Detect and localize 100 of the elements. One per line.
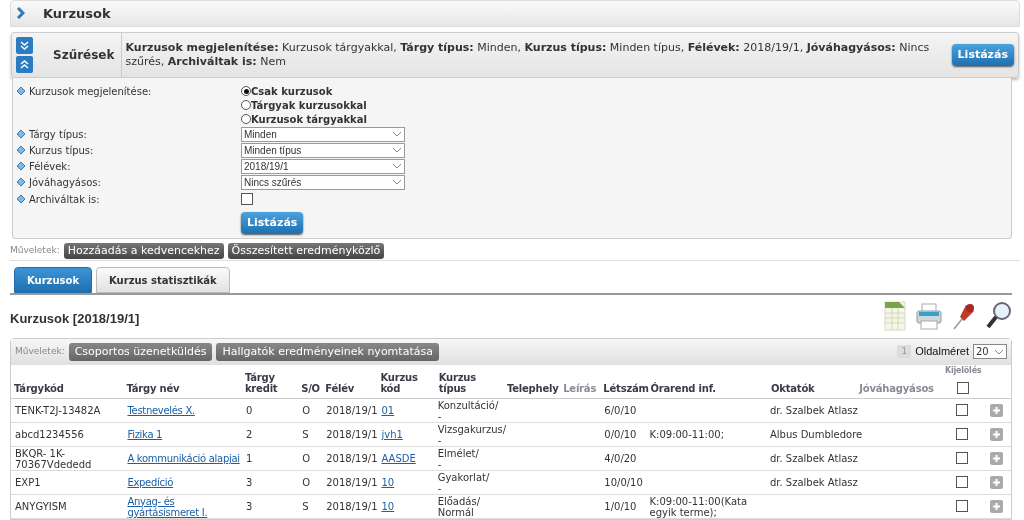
table-cell: S (302, 501, 309, 512)
radio-button[interactable] (241, 86, 251, 97)
column-header[interactable]: Félév (325, 383, 378, 394)
subject-link[interactable]: Fizika 1 (127, 429, 163, 440)
column-header[interactable]: Tárgy kredit (244, 372, 299, 394)
bullet-icon (17, 178, 25, 187)
table-cell: 4/0/20 (604, 453, 637, 464)
spreadsheet-icon[interactable] (884, 301, 906, 332)
table-cell: 10/0/10 (604, 477, 643, 488)
checkbox[interactable] (241, 193, 253, 206)
column-header[interactable]: Létszám (603, 383, 648, 394)
pin-icon[interactable] (952, 301, 976, 332)
row-checkbox[interactable] (955, 403, 968, 416)
column-header[interactable]: Órarend inf. (650, 383, 768, 394)
table-cell: dr. Szalbek Atlasz (769, 453, 858, 464)
table-cell-text: Normál (437, 507, 475, 518)
subject-link[interactable]: Expedíció (127, 477, 173, 488)
table-cell: K:09:00-11:00(Kata egyik terme); (649, 495, 748, 518)
select-field[interactable]: Minden típus (241, 142, 405, 158)
select-all-checkbox[interactable] (957, 382, 970, 394)
plus-icon (992, 430, 1002, 439)
row-checkbox[interactable] (955, 499, 968, 512)
column-header[interactable]: Tárgy név (126, 383, 242, 394)
filters-label: Szűrések (53, 32, 122, 77)
column-header[interactable]: Telephely (506, 383, 561, 394)
table-cell: 2018/19/1 (326, 453, 378, 464)
course-code-link[interactable]: AASDE (381, 453, 416, 464)
column-header[interactable]: Jóváhagyásos (859, 383, 941, 394)
page-size-label: Oldalméret (915, 344, 969, 360)
page-title: Kurzusok (43, 4, 111, 23)
column-header[interactable]: Kurzus kód (380, 372, 436, 394)
plus-icon (992, 406, 1002, 415)
course-code-link[interactable]: jvh1 (381, 429, 403, 440)
tab[interactable]: Kurzusok (14, 267, 93, 294)
subject-link[interactable]: Testnevelés X. (127, 405, 195, 416)
table-cell: 1 (245, 453, 253, 464)
table-cell: 3 (245, 477, 253, 488)
row-checkbox[interactable] (955, 475, 968, 488)
table-cell-text: Konzultáció/ (437, 400, 500, 411)
table-cell: dr. Szalbek Atlasz (769, 477, 858, 488)
radio-button[interactable] (241, 100, 251, 111)
course-code-link[interactable]: 10 (381, 477, 395, 488)
double-chevron-down-icon (20, 40, 29, 50)
table-cell: 2 (245, 429, 253, 440)
table-cell: EXP1 (15, 477, 41, 488)
radio-option[interactable]: Csak kurzusok (241, 84, 367, 99)
action-button[interactable]: Csoportos üzenetküldés (68, 342, 213, 361)
select-field[interactable]: 2018/19/1 (241, 158, 405, 174)
table-cell: Albus Dumbledore (769, 429, 863, 440)
expand-button[interactable] (16, 36, 33, 54)
table-cell-text: - (437, 411, 443, 422)
select-field[interactable]: Minden (241, 126, 405, 142)
table-cell: 0/0/10 (604, 429, 637, 440)
subject-link[interactable]: Anyag- és gyártásismeret I. (127, 495, 242, 518)
printer-icon[interactable] (916, 302, 942, 331)
table-cell: 1/0/10 (604, 501, 637, 512)
table-cell: K:09:00-11:00; (649, 429, 725, 440)
field-label: Félévek: (29, 159, 71, 174)
table-cell: 6/0/10 (604, 405, 637, 416)
table-cell-text: Gyakorlat/ (437, 472, 491, 483)
column-header[interactable]: S/O (301, 383, 323, 394)
table-cell: 3 (245, 501, 253, 512)
field-label: Tárgy típus: (29, 127, 87, 142)
table-cell: 2018/19/1 (326, 405, 378, 416)
radio-button[interactable] (241, 114, 251, 125)
radio-option[interactable]: Kurzusok tárgyakkal (241, 112, 367, 127)
table-cell-text: - (437, 483, 443, 494)
course-code-link[interactable]: 01 (381, 405, 395, 416)
column-header: Kijelölés (944, 365, 982, 376)
actions-label: Műveletek: (10, 243, 60, 257)
page-size-select[interactable]: 20 (973, 344, 1007, 359)
column-header[interactable]: Oktatók (770, 383, 857, 394)
list-button[interactable]: Listázás (951, 43, 1014, 66)
actions-label: Műveletek: (15, 344, 65, 358)
table-cell-text: - (437, 435, 443, 446)
plus-icon (992, 502, 1002, 511)
table-cell: S (302, 429, 309, 440)
tab[interactable]: Kurzus statisztikák (96, 267, 230, 294)
row-checkbox[interactable] (955, 427, 968, 440)
field-label: Kurzus típus: (29, 143, 94, 158)
select-field[interactable]: Nincs szűrés (241, 174, 405, 190)
subject-link[interactable]: A kommunikáció alapjai (127, 453, 240, 464)
collapse-button[interactable] (16, 55, 33, 73)
table-cell: O (302, 477, 310, 488)
course-code-link[interactable]: 10 (381, 501, 395, 512)
table-cell: O (302, 405, 310, 416)
action-button[interactable]: Összesített eredményközlő (227, 242, 385, 259)
action-button[interactable]: Hozzáadás a kedvencekhez (63, 242, 224, 259)
list-button[interactable]: Listázás (241, 212, 304, 235)
table-cell: 2018/19/1 (326, 429, 378, 440)
action-button[interactable]: Hallgatók eredményeinek nyomtatása (216, 342, 439, 361)
radio-option[interactable]: Tárgyak kurzusokkal (241, 98, 367, 113)
column-header[interactable]: Tárgykód (14, 383, 124, 394)
column-header[interactable]: Kurzus típus (438, 372, 504, 394)
table-cell: Vizsgakurzus/ (437, 424, 504, 435)
double-chevron-up-icon (20, 59, 29, 69)
field-label: Archiváltak is: (29, 192, 100, 207)
row-checkbox[interactable] (955, 451, 968, 464)
table-cell: BKQR- 1K-70367Vdededd (15, 447, 92, 470)
bullet-icon (17, 162, 25, 171)
